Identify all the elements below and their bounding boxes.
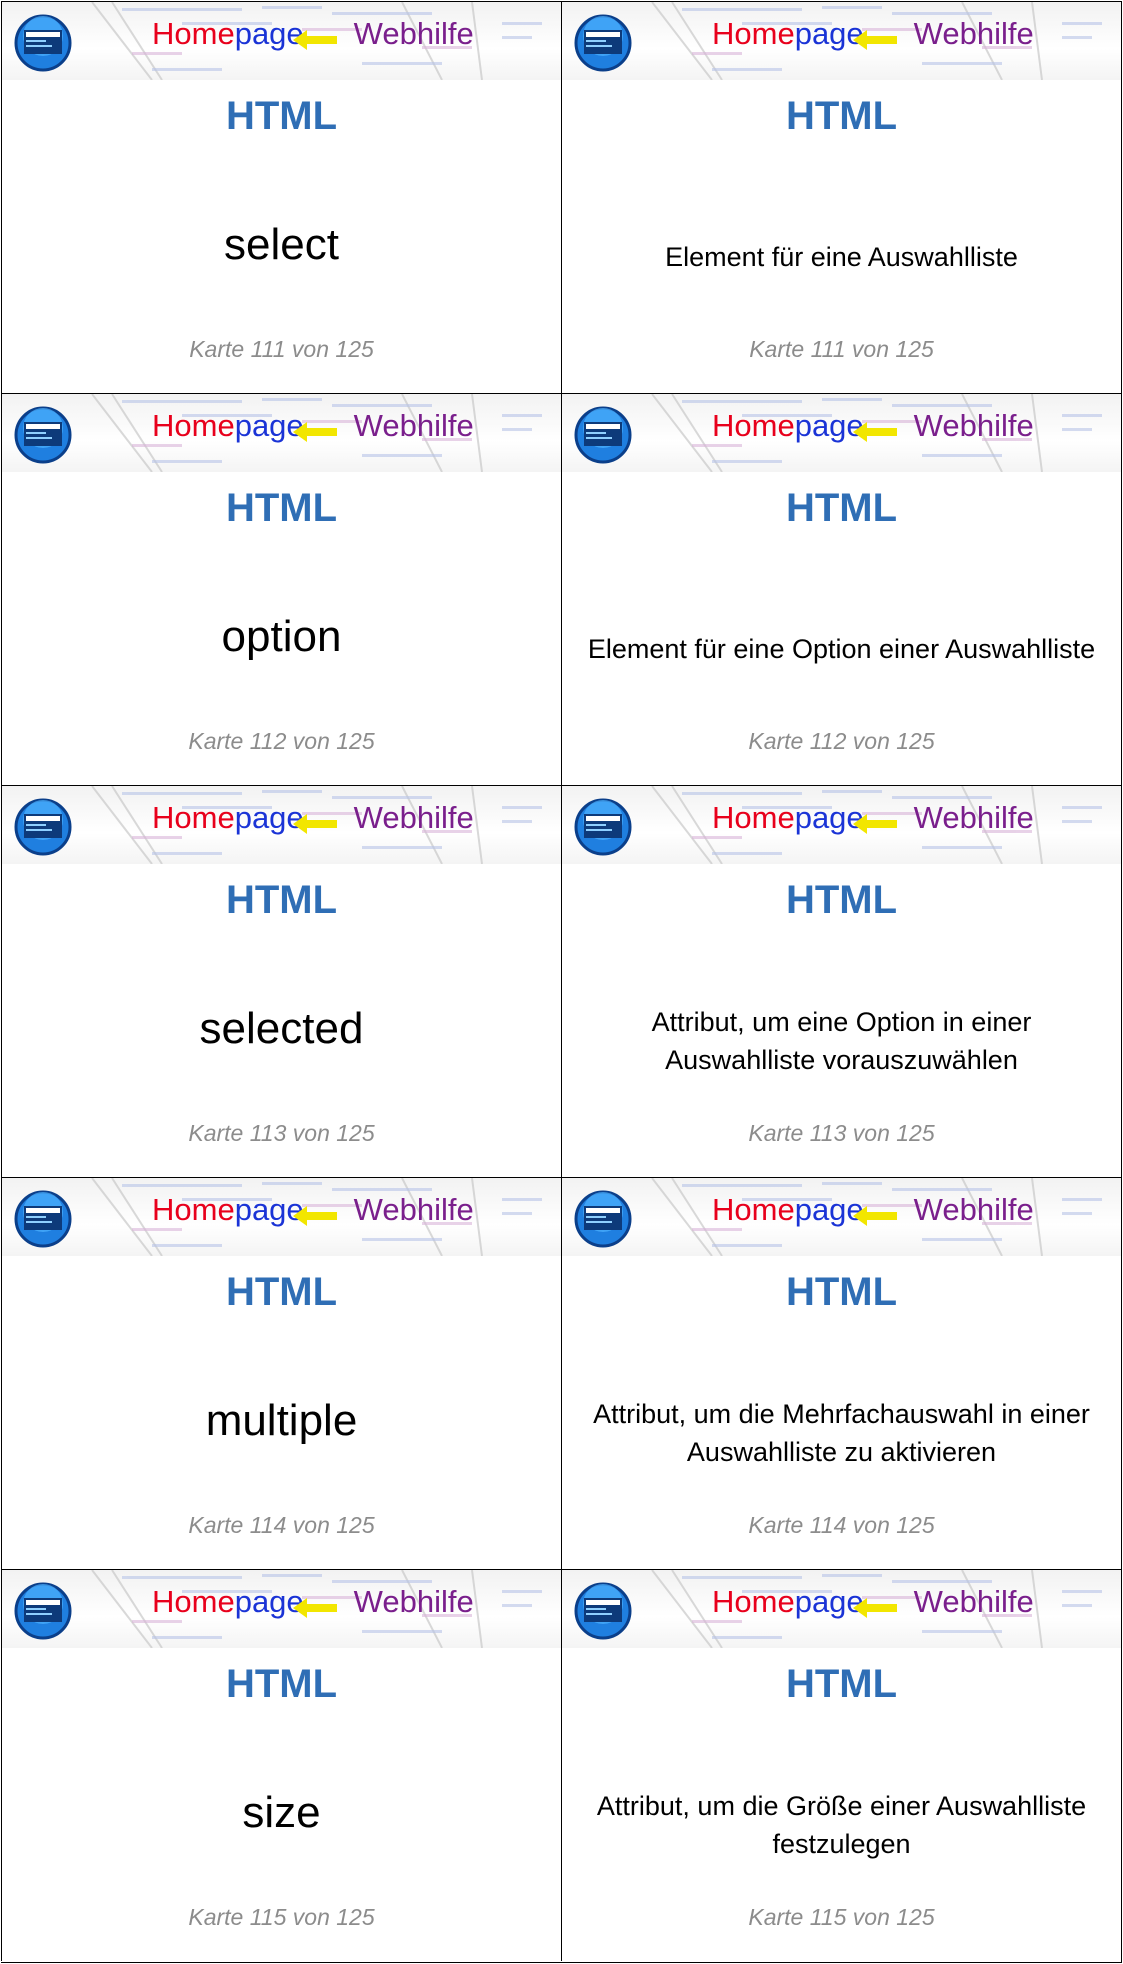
banner-title-home: Home [712,408,795,443]
flashcard-front: Homepage Webhilfe HTML size Karte 115 von… [1,1569,561,1961]
banner-title-home: Home [712,800,795,835]
card-term: selected [199,1004,364,1053]
card-counter: Karte 115 von 125 [188,1904,375,1930]
banner-title-home: Home [712,1192,795,1227]
banner-title-web: Webhilfe [913,408,1034,443]
card-term: select [224,220,339,269]
card-subject: HTML [785,878,898,922]
card-subject: HTML [225,1270,338,1314]
arrow-left-icon [853,30,897,50]
card-counter: Karte 114 von 125 [188,1512,375,1538]
flashcard-sheet: Homepage Webhilfe HTML select Karte 111 v… [0,0,1123,1964]
card-counter: Karte 112 von 125 [748,728,935,754]
banner-title-web: Webhilfe [353,16,474,51]
card-counter: Karte 113 von 125 [748,1120,935,1146]
card-subject: HTML [785,486,898,530]
flashcard-back: Homepage Webhilfe HTML Attribut, um die M… [561,1177,1121,1569]
card-subject: HTML [785,94,898,138]
flashcard-back: Homepage Webhilfe HTML Attribut, um die G… [561,1569,1121,1961]
flashcard-front: Homepage Webhilfe HTML select Karte 111 v… [1,1,561,393]
arrow-left-icon [853,422,897,442]
banner-title-home: Home [712,16,795,51]
arrow-left-icon [293,1598,337,1618]
flashcard-back: Homepage Webhilfe HTML Element für eine A… [561,1,1121,393]
banner-title-home: Home [152,1192,235,1227]
card-definition: Attribut, um die Mehrfachauswahl in eine… [593,1399,1090,1467]
flashcard-front: Homepage Webhilfe HTML selected Karte 113… [1,785,561,1177]
card-counter: Karte 113 von 125 [188,1120,375,1146]
card-counter: Karte 112 von 125 [188,728,375,754]
banner-title-home: Home [152,408,235,443]
homepage-webhilfe-logo-icon [574,1582,632,1640]
homepage-webhilfe-logo-icon [14,1190,72,1248]
homepage-webhilfe-logo-icon [14,798,72,856]
card-definition: Attribut, um die Größe einer Auswahllist… [596,1791,1087,1859]
card-term: option [221,612,342,661]
flashcard-front: Homepage Webhilfe HTML multiple Karte 114… [1,1177,561,1569]
arrow-left-icon [853,1598,897,1618]
banner: Homepage Webhilfe [2,786,561,864]
banner-title-web: Webhilfe [913,16,1034,51]
banner-title-home: Home [152,800,235,835]
banner-title-web: Webhilfe [913,1584,1034,1619]
card-counter: Karte 114 von 125 [748,1512,935,1538]
homepage-webhilfe-logo-icon [574,1190,632,1248]
arrow-left-icon [853,1206,897,1226]
card-subject: HTML [225,486,338,530]
banner: Homepage Webhilfe [2,1570,561,1648]
card-term: multiple [205,1396,358,1445]
banner-title-home: Home [152,16,235,51]
homepage-webhilfe-logo-icon [574,14,632,72]
banner: Homepage Webhilfe [2,2,561,80]
card-definition: Element für eine Option einer Auswahllis… [587,634,1096,664]
banner-title-home: Home [152,1584,235,1619]
banner: Homepage Webhilfe [562,1178,1121,1256]
flashcard-grid: Homepage Webhilfe HTML select Karte 111 v… [1,1,1122,1963]
banner: Homepage Webhilfe [562,394,1121,472]
banner-title-web: Webhilfe [353,408,474,443]
card-term: size [242,1788,321,1837]
banner-title-web: Webhilfe [353,1584,474,1619]
banner: Homepage Webhilfe [562,2,1121,80]
homepage-webhilfe-logo-icon [14,1582,72,1640]
homepage-webhilfe-logo-icon [14,14,72,72]
card-subject: HTML [225,94,338,138]
card-subject: HTML [225,1662,338,1706]
homepage-webhilfe-logo-icon [574,798,632,856]
banner-title-web: Webhilfe [353,1192,474,1227]
card-counter: Karte 115 von 125 [748,1904,935,1930]
flashcard-back: Homepage Webhilfe HTML Attribut, um eine … [561,785,1121,1177]
flashcard-back: Homepage Webhilfe HTML Element für eine O… [561,393,1121,785]
banner-title-web: Webhilfe [913,1192,1034,1227]
card-definition: Element für eine Auswahlliste [665,242,1018,272]
banner-title-home: Home [712,1584,795,1619]
card-counter: Karte 111 von 125 [749,336,934,362]
homepage-webhilfe-logo-icon [574,406,632,464]
banner: Homepage Webhilfe [562,786,1121,864]
arrow-left-icon [293,422,337,442]
arrow-left-icon [853,814,897,834]
banner: Homepage Webhilfe [2,1178,561,1256]
flashcard-front: Homepage Webhilfe HTML option Karte 112 v… [1,393,561,785]
card-counter: Karte 111 von 125 [189,336,374,362]
homepage-webhilfe-logo-icon [14,406,72,464]
card-definition: Attribut, um eine Option in einer Auswah… [651,1007,1032,1075]
banner-title-web: Webhilfe [353,800,474,835]
card-subject: HTML [785,1662,898,1706]
card-subject: HTML [225,878,338,922]
banner: Homepage Webhilfe [562,1570,1121,1648]
arrow-left-icon [293,30,337,50]
arrow-left-icon [293,814,337,834]
banner: Homepage Webhilfe [2,394,561,472]
banner-title-web: Webhilfe [913,800,1034,835]
card-subject: HTML [785,1270,898,1314]
arrow-left-icon [293,1206,337,1226]
